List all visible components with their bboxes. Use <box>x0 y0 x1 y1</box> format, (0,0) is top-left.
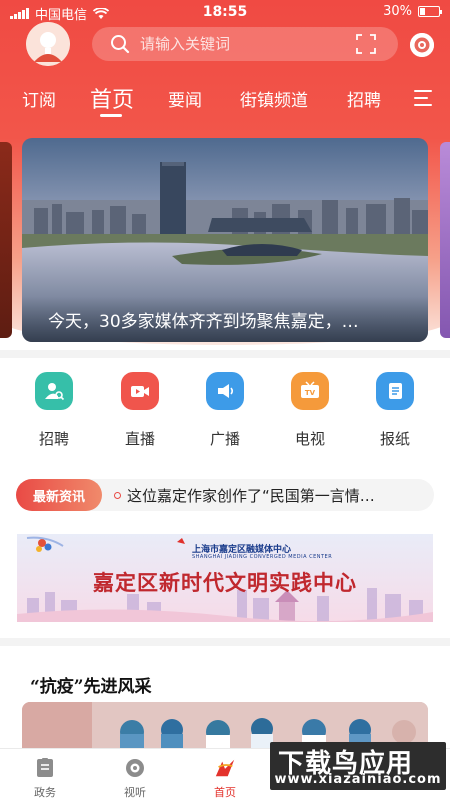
home-icon <box>214 757 236 779</box>
ticker-headline[interactable]: 这位嘉定作家创作了“民国第一言情… <box>127 485 417 506</box>
section-divider <box>0 638 450 646</box>
quick-item-recruit[interactable]: 招聘 <box>19 372 89 449</box>
banner-prev-peek[interactable] <box>0 142 12 338</box>
tab-home[interactable]: 首页 <box>90 82 134 114</box>
quick-item-broadcast[interactable]: 广播 <box>190 372 260 449</box>
status-bar: 中国电信 18:55 30% <box>0 0 450 24</box>
ad-org-name-en: SHANGHAI JIADING CONVERGED MEDIA CENTER <box>192 554 333 560</box>
tab-subscribe[interactable]: 订阅 <box>22 86 56 111</box>
battery-fill <box>420 8 426 15</box>
battery-info: 30% <box>383 4 442 19</box>
nav-home[interactable]: 首页 <box>195 757 255 800</box>
quick-item-live[interactable]: 直播 <box>105 372 175 449</box>
section-divider <box>0 350 450 358</box>
banner-caption-text: 今天，30多家媒体齐齐到场聚焦嘉定，… <box>48 312 359 332</box>
quick-item-label: 报纸 <box>379 430 410 448</box>
watermark: 下载鸟应用 www.xiazainiao.com <box>270 742 446 790</box>
nav-government[interactable]: 政务 <box>15 757 75 800</box>
tab-headlines[interactable]: 要闻 <box>168 86 202 111</box>
avatar-icon <box>26 22 70 66</box>
quick-item-label: 直播 <box>124 430 155 448</box>
scan-icon[interactable] <box>356 34 376 54</box>
tab-town-channel[interactable]: 街镇频道 <box>240 86 308 111</box>
message-button[interactable] <box>410 33 434 57</box>
nav-label: 视听 <box>124 786 146 799</box>
user-avatar[interactable] <box>26 22 70 66</box>
quick-entries: 招聘 直播 广播 TV 电视 报纸 <box>0 372 450 452</box>
channel-tabs: 订阅 首页 要闻 街镇频道 招聘 <box>0 80 450 120</box>
ad-title: 嘉定区新时代文明实践中心 <box>93 570 357 595</box>
quick-item-label: 广播 <box>209 430 240 448</box>
tab-recruit[interactable]: 招聘 <box>347 86 381 111</box>
nav-video-audio[interactable]: 视听 <box>105 757 165 800</box>
tv-icon: TV <box>291 372 329 410</box>
banner-next-peek[interactable] <box>440 142 450 338</box>
quick-item-newspaper[interactable]: 报纸 <box>360 372 430 449</box>
recruit-icon <box>35 372 73 410</box>
svg-text:TV: TV <box>305 389 316 397</box>
latest-news-badge: 最新资讯 <box>16 479 102 511</box>
news-ticker[interactable]: 最新资讯 这位嘉定作家创作了“民国第一言情… <box>16 479 434 511</box>
active-tab-indicator <box>100 114 122 117</box>
nav-label: 政务 <box>34 786 56 799</box>
search-icon <box>111 35 130 54</box>
featured-banner[interactable]: 今天，30多家媒体齐齐到场聚焦嘉定，… <box>22 138 428 342</box>
watermark-sub: www.xiazainiao.com <box>274 772 442 787</box>
quick-item-tv[interactable]: TV 电视 <box>275 372 345 449</box>
ad-banner[interactable]: 上海市嘉定区融媒体中心 SHANGHAI JIADING CONVERGED M… <box>17 534 433 622</box>
nav-label: 首页 <box>214 786 236 799</box>
bullet-icon <box>114 491 121 499</box>
live-icon <box>121 372 159 410</box>
battery-icon <box>418 6 442 17</box>
message-icon <box>410 33 434 57</box>
search-input[interactable] <box>140 35 340 53</box>
banner-caption: 今天，30多家媒体齐齐到场聚焦嘉定，… <box>22 296 428 342</box>
battery-percent: 30% <box>383 4 412 19</box>
quick-item-label: 电视 <box>294 430 325 448</box>
menu-icon[interactable] <box>414 90 432 106</box>
video-audio-icon <box>124 757 146 779</box>
quick-item-label: 招聘 <box>38 430 69 448</box>
newspaper-icon <box>376 372 414 410</box>
broadcast-icon <box>206 372 244 410</box>
government-icon <box>34 757 56 779</box>
section-title: “抗疫”先进风采 <box>30 677 152 697</box>
search-bar[interactable] <box>92 27 398 61</box>
